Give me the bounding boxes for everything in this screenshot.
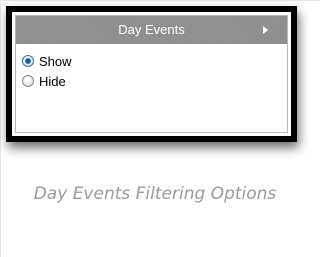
page-border-left — [0, 0, 1, 257]
page: Day Events Show Hide Day Events Filterin… — [0, 0, 320, 257]
hide-radio[interactable] — [22, 75, 34, 87]
show-radio[interactable] — [22, 55, 34, 67]
hide-label: Hide — [39, 73, 66, 89]
day-events-options: Show Hide — [16, 44, 287, 91]
radio-selected-dot — [26, 59, 30, 63]
show-label: Show — [39, 53, 72, 69]
screenshot-frame: Day Events Show Hide — [6, 6, 297, 142]
day-events-header[interactable]: Day Events — [16, 16, 287, 44]
hide-option[interactable]: Hide — [22, 71, 287, 91]
image-caption: Day Events Filtering Options — [33, 184, 277, 204]
day-events-panel: Day Events Show Hide — [15, 15, 288, 133]
show-option[interactable]: Show — [22, 51, 287, 71]
day-events-title: Day Events — [118, 22, 185, 37]
chevron-right-icon[interactable] — [263, 26, 268, 34]
page-border-top — [0, 0, 320, 1]
